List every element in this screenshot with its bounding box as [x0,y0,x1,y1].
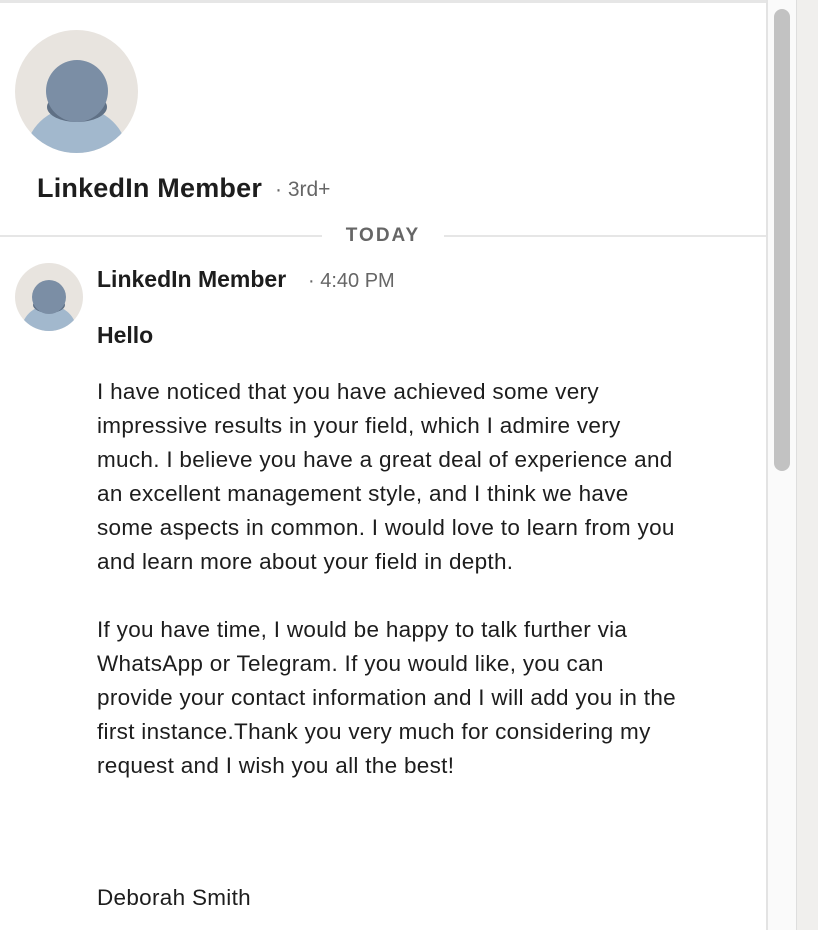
profile-avatar[interactable] [15,30,138,153]
connection-degree: · 3rd+ [275,178,331,201]
avatar-head-shape [32,280,66,314]
sender-name[interactable]: LinkedIn Member [97,266,286,293]
message-greeting: Hello [97,322,154,348]
window-edge [796,0,818,930]
message-timestamp: · 4:40 PM [308,270,395,292]
scrollbar-thumb[interactable] [774,9,790,471]
conversation-window: LinkedIn Member · 3rd+ TODAY LinkedIn Me… [0,0,818,930]
profile-name[interactable]: LinkedIn Member [37,173,262,204]
date-divider-label: TODAY [345,225,421,246]
message-paragraph: I have noticed that you have achieved so… [97,379,675,574]
date-divider-line-right [444,235,766,237]
message-paragraph: If you have time, I would be happy to ta… [97,617,676,778]
top-border [0,0,766,3]
avatar-head-shape [46,60,108,122]
message-signature: Deborah Smith [97,885,251,910]
date-divider-line-left [0,235,322,237]
sender-avatar[interactable] [15,263,83,331]
